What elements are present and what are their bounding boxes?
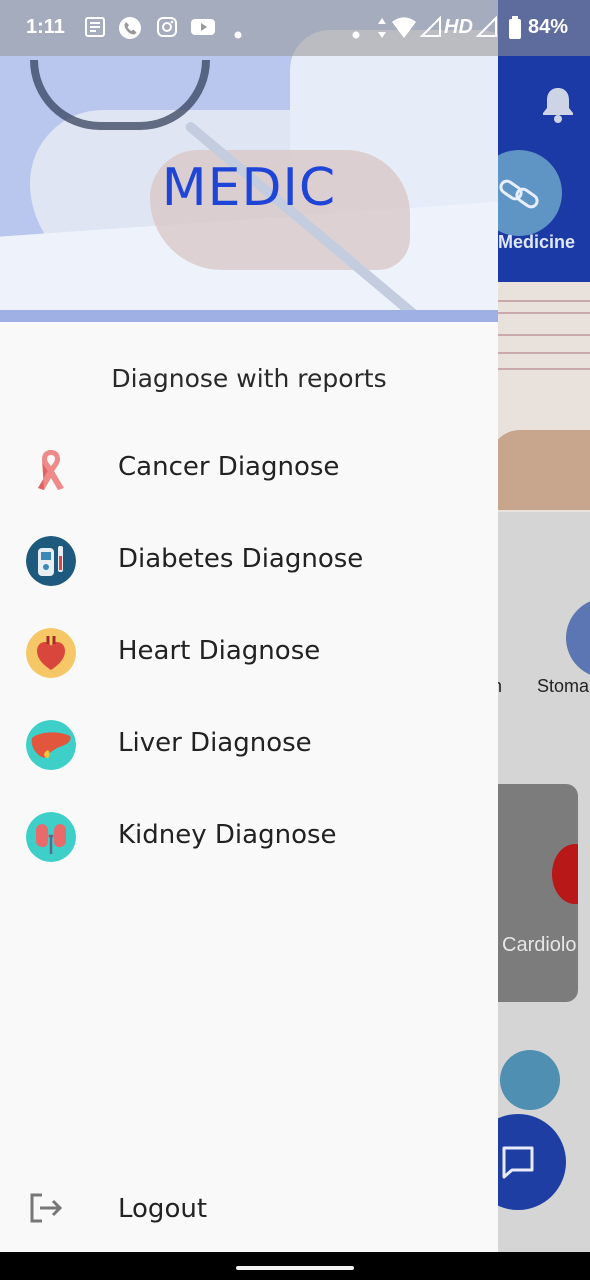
status-time: 1:11 — [26, 16, 65, 38]
signal-icon — [419, 15, 442, 42]
liver-icon — [26, 720, 76, 770]
kidney-icon — [26, 812, 76, 862]
menu-item-label: Liver Diagnose — [118, 728, 312, 758]
menu-item-liver[interactable]: Liver Diagnose — [0, 700, 498, 792]
data-arrows-icon — [376, 16, 388, 44]
menu-item-label: Kidney Diagnose — [118, 820, 337, 850]
menu-item-diabetes[interactable]: Diabetes Diagnose — [0, 516, 498, 608]
doctor-image — [500, 1050, 560, 1110]
battery-percent: 84% — [528, 16, 569, 38]
header-bottom-band — [0, 310, 498, 322]
medicine-category-label: r Medicine — [486, 232, 576, 252]
signal-icon — [475, 15, 498, 42]
wifi-icon — [390, 16, 418, 44]
heart-icon — [26, 628, 76, 678]
battery-icon — [508, 16, 522, 44]
menu-item-label: Heart Diagnose — [118, 636, 321, 666]
instagram-icon — [156, 16, 178, 42]
banner-hands-image — [490, 430, 590, 510]
section-title: Diagnose with reports — [111, 364, 387, 393]
system-nav-bar — [0, 1252, 590, 1280]
notification-bell-icon[interactable] — [538, 84, 578, 124]
dot-icon — [352, 24, 360, 43]
logout-button[interactable]: Logout — [0, 1168, 498, 1252]
glucometer-icon — [26, 536, 76, 586]
cardiology-card-label: Cardiolo — [502, 934, 577, 956]
menu-item-label: Diabetes Diagnose — [118, 544, 364, 574]
home-gesture-handle[interactable] — [236, 1266, 354, 1270]
logout-icon — [28, 1192, 64, 1228]
navigation-drawer: MEDIC Diagnose with reports Cancer Diagn… — [0, 0, 498, 1252]
logout-label: Logout — [118, 1194, 208, 1224]
chat-icon — [502, 1146, 534, 1179]
phone-icon — [118, 16, 142, 44]
network-type: HD — [444, 16, 473, 38]
brand-title: MEDIC — [161, 158, 337, 218]
menu-item-heart[interactable]: Heart Diagnose — [0, 608, 498, 700]
menu-item-kidney[interactable]: Kidney Diagnose — [0, 792, 498, 884]
news-icon — [84, 16, 106, 42]
dot-icon — [234, 24, 242, 43]
menu-item-cancer[interactable]: Cancer Diagnose — [0, 424, 498, 516]
menu-item-label: Cancer Diagnose — [118, 452, 340, 482]
stomach-category-label: Stoma — [537, 676, 590, 696]
heart-image — [552, 844, 578, 904]
status-bar: 1:11 HD 84% — [0, 0, 590, 56]
ribbon-icon — [26, 444, 76, 494]
youtube-icon — [190, 16, 216, 42]
